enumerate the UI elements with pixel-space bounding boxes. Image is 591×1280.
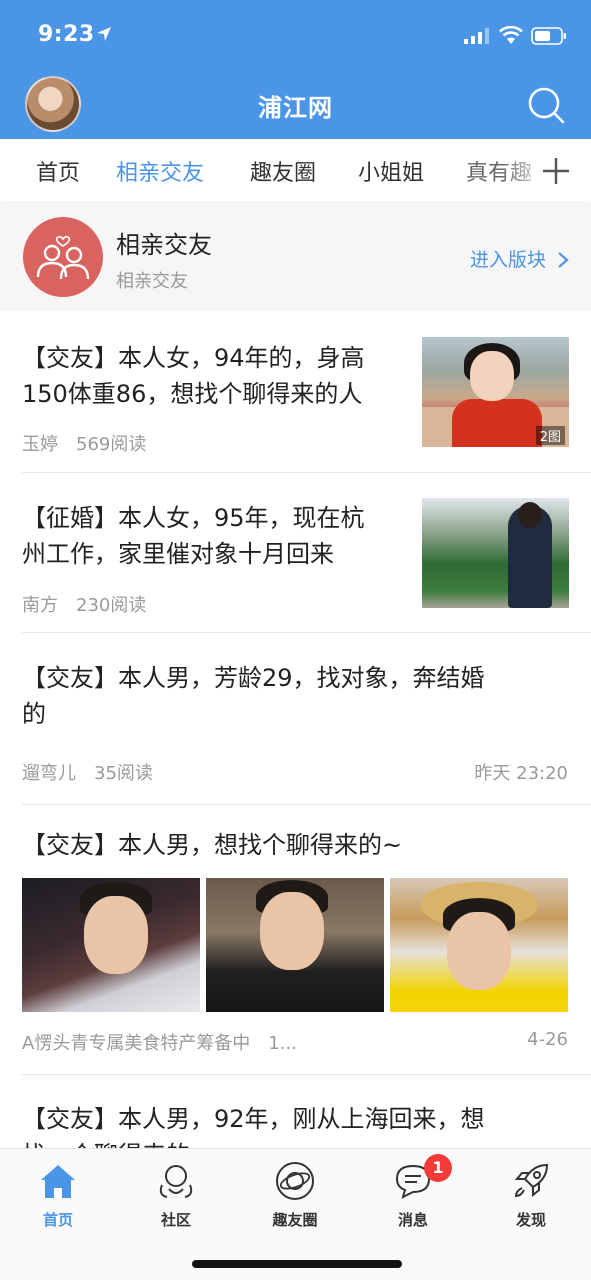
tabbar-messages[interactable]: 1 消息 <box>368 1154 458 1231</box>
photo-face <box>260 892 324 970</box>
post-thumbnail[interactable]: 2图 <box>422 337 569 447</box>
tabbar-label: 发现 <box>515 1211 546 1229</box>
add-tab-icon[interactable] <box>542 157 570 185</box>
app-title: 浦江网 <box>258 94 333 122</box>
tab-young-ladies[interactable]: 小姐姐 <box>358 155 424 187</box>
post-title-line: 【交友】本人男，92年，刚从上海回来，想 <box>22 1105 485 1133</box>
forum-subtitle: 相亲交友 <box>116 271 188 292</box>
home-icon <box>41 1165 75 1198</box>
tabbar-label: 消息 <box>397 1211 428 1229</box>
battery-icon <box>531 27 566 45</box>
photo-face <box>447 912 511 990</box>
forum-title: 相亲交友 <box>116 231 212 259</box>
wifi-icon <box>499 26 523 44</box>
thumbnail-face <box>470 351 514 401</box>
post-image[interactable] <box>22 878 200 1012</box>
post-title-line: 150体重86，想找个聊得来的人 <box>22 380 363 408</box>
post-item[interactable]: 【征婚】本人女，95年，现在杭 州工作，家里催对象十月回来 南方 230阅读 <box>0 473 591 633</box>
post-title-line: 的 <box>22 700 46 728</box>
category-tabs: 首页 相亲交友 趣友圈 小姐姐 真有趣 <box>0 139 591 201</box>
location-arrow-icon <box>97 27 111 41</box>
tabbar-discover[interactable]: 发现 <box>486 1161 576 1231</box>
thumbnail-head <box>518 502 542 528</box>
tabbar-home[interactable]: 首页 <box>13 1161 103 1231</box>
home-indicator[interactable] <box>192 1260 402 1268</box>
post-views: 35阅读 <box>94 763 153 784</box>
post-meta: 玉婷 569阅读 <box>22 430 146 456</box>
post-image[interactable] <box>390 878 568 1012</box>
post-meta: 南方 230阅读 <box>22 591 146 617</box>
status-bar: 9:23 <box>0 0 591 70</box>
post-time: 昨天 23:20 <box>474 763 568 784</box>
post-author: A愣头青专属美食特产筹备中 1... <box>22 1033 297 1054</box>
tabbar-label: 首页 <box>42 1211 73 1229</box>
post-thumbnail[interactable] <box>422 498 569 608</box>
photo-face <box>84 896 148 974</box>
enter-forum-link[interactable]: 进入版块 <box>470 245 546 272</box>
post-author: 玉婷 <box>22 434 58 455</box>
forum-header[interactable]: 相亲交友 相亲交友 进入版块 <box>0 203 591 311</box>
post-title-line: 找一个聊得来的 <box>22 1137 190 1148</box>
couple-icon <box>23 217 103 297</box>
tabbar-community[interactable]: 社区 <box>131 1161 221 1231</box>
post-meta: 遛弯儿 35阅读 <box>22 759 153 785</box>
post-image-grid <box>22 878 569 1012</box>
post-title-line: 【交友】本人男，想找个聊得来的~ <box>22 831 403 859</box>
post-title-line: 州工作，家里催对象十月回来 <box>22 540 334 568</box>
tabbar-friend-circle[interactable]: 趣友圈 <box>250 1161 340 1231</box>
tab-home[interactable]: 首页 <box>36 155 80 187</box>
tab-friend-circle[interactable]: 趣友圈 <box>250 155 316 187</box>
post-title-line: 【交友】本人男，芳龄29，找对象，奔结婚 <box>22 664 485 692</box>
tabbar-label: 社区 <box>160 1211 191 1229</box>
post-item[interactable]: 【交友】本人女，94年的，身高 150体重86，想找个聊得来的人 玉婷 569阅读… <box>0 311 591 473</box>
post-title-line: 【征婚】本人女，95年，现在杭 <box>22 504 365 532</box>
post-author: 南方 <box>22 595 58 616</box>
app-header: 9:23 浦江网 <box>0 0 591 139</box>
signal-icon <box>464 28 489 44</box>
status-time: 9:23 <box>38 22 95 47</box>
search-icon[interactable] <box>527 86 565 124</box>
post-title-line: 【交友】本人女，94年的，身高 <box>22 344 365 372</box>
image-count-badge: 2图 <box>535 426 565 445</box>
post-image[interactable] <box>206 878 384 1012</box>
post-item[interactable]: 【交友】本人男，芳龄29，找对象，奔结婚 的 遛弯儿 35阅读 昨天 23:20 <box>0 633 591 805</box>
rocket-icon <box>514 1163 549 1198</box>
thumbnail-shirt <box>452 399 542 447</box>
tab-dating[interactable]: 相亲交友 <box>116 155 204 187</box>
tabbar-label: 趣友圈 <box>272 1211 318 1229</box>
post-author: 遛弯儿 <box>22 763 76 784</box>
community-icon <box>159 1165 193 1198</box>
post-item[interactable]: 【交友】本人男，92年，刚从上海回来，想 找一个聊得来的 <box>0 1075 591 1148</box>
chevron-right-icon[interactable] <box>556 250 570 270</box>
post-views: 230阅读 <box>76 595 147 616</box>
post-time: 4-26 <box>527 1029 568 1050</box>
post-views: 569阅读 <box>76 434 147 455</box>
notification-badge: 1 <box>424 1154 452 1182</box>
planet-icon <box>276 1162 314 1200</box>
